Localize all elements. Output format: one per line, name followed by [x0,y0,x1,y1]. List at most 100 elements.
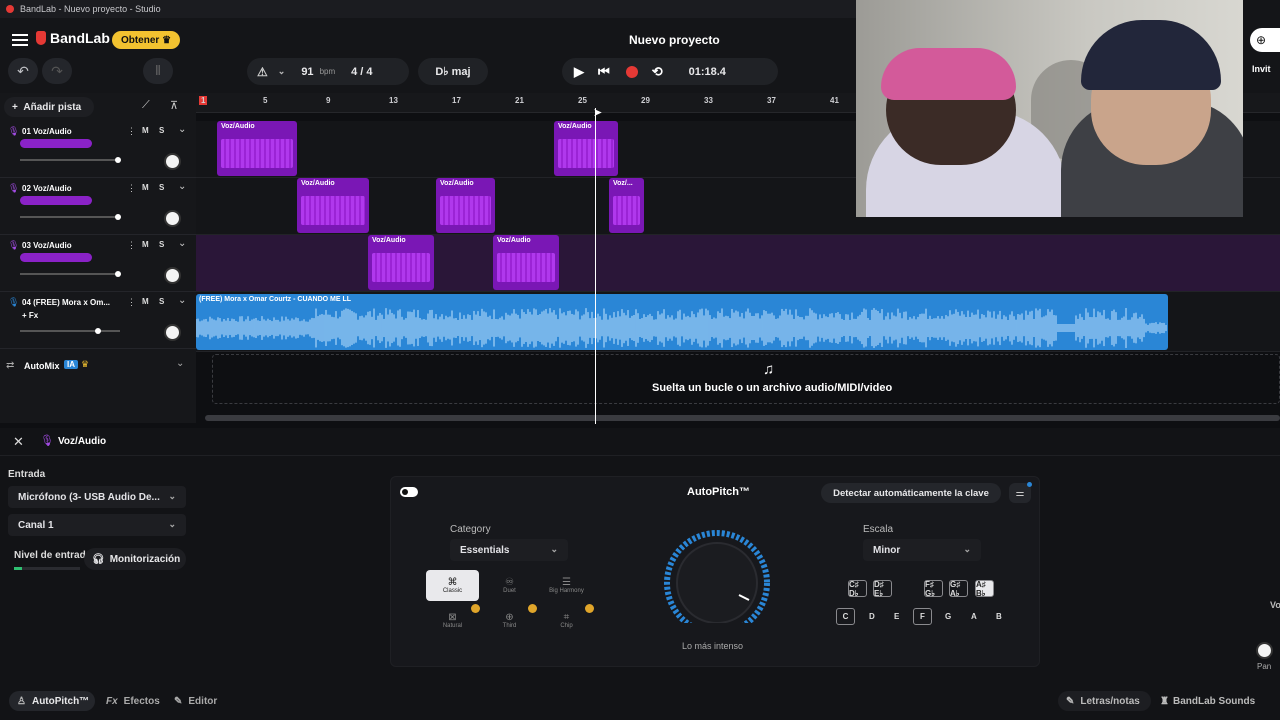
pan-knob[interactable] [164,210,181,227]
key-c[interactable]: C [836,608,855,625]
track-lane-3-selected[interactable]: Voz/Audio Voz/Audio [196,235,1280,292]
mixer-icon[interactable]: ⦀ [143,58,173,84]
track-name[interactable]: 04 (FREE) Mora x Om... [22,298,110,307]
mute-button[interactable]: M [142,126,149,135]
tab-effects[interactable]: Fx Efectos [106,691,160,711]
audio-clip[interactable]: (FREE) Mora x Omar Courtz - CUANDO ME LL [196,294,1168,350]
key-e[interactable]: E [894,612,899,621]
key-a[interactable]: A [971,612,977,621]
more-options-icon[interactable]: ⋮ [127,126,136,137]
effect-tag[interactable] [20,196,92,205]
track-name[interactable]: 03 Voz/Audio [22,241,72,250]
mute-button[interactable]: M [142,240,149,249]
close-icon[interactable]: ✕ [13,434,24,450]
volume-slider-knob[interactable] [115,157,121,163]
key-f[interactable]: F [913,608,932,625]
menu-icon[interactable] [12,32,28,46]
pan-knob[interactable] [164,153,181,170]
key-g-sharp[interactable]: G♯ A♭ [949,580,968,598]
track-lane-4[interactable]: (FREE) Mora x Omar Courtz - CUANDO ME LL [196,292,1280,352]
monitor-button[interactable]: 🎧︎ Monitorización [84,548,186,570]
key-d-sharp[interactable]: D♯ E♭ [873,580,892,598]
track-name[interactable]: 02 Voz/Audio [22,184,72,193]
volume-slider-knob[interactable] [95,328,101,334]
solo-button[interactable]: S [159,126,164,135]
time-signature[interactable]: 4 / 4 [351,66,372,78]
skip-to-start-icon[interactable]: ⏮ [598,64,610,80]
track-name[interactable]: 01 Voz/Audio [22,127,72,136]
add-fx-button[interactable]: + Fx [22,311,38,320]
track-header[interactable]: 🎙︎ 03 Voz/Audio ⋮ M S ⌄ [0,235,196,292]
chevron-down-icon[interactable]: ⌄ [176,358,184,369]
clip[interactable]: Voz/Audio [368,235,434,290]
key-g[interactable]: G [945,612,951,621]
clip[interactable]: Voz/Audio [493,235,559,290]
tab-editor[interactable]: ✎ Editor [174,691,217,711]
track-header[interactable]: 🎙︎ 04 (FREE) Mora x Om... ⋮ M S ⌄ + Fx [0,292,196,349]
chevron-down-icon[interactable]: ⌄ [178,238,186,249]
more-options-icon[interactable]: ⋮ [127,183,136,194]
power-toggle[interactable] [400,487,418,497]
clip[interactable]: Voz/Audio [554,121,618,176]
clip[interactable]: Voz/Audio [436,178,495,233]
playhead[interactable] [595,108,596,424]
pan-knob[interactable] [164,324,181,341]
effect-big-harmony[interactable]: ☰ Big Harmony [540,570,593,601]
key-d[interactable]: D [869,612,875,621]
chevron-down-icon[interactable]: ⌄ [178,295,186,306]
key-b[interactable]: B [996,612,1002,621]
volume-slider[interactable] [20,157,121,163]
upgrade-button[interactable]: Obtener ♛ [112,31,180,49]
category-select[interactable]: Essentials ⌄ [450,539,568,561]
intensity-knob[interactable] [659,527,783,637]
pan-knob[interactable] [164,267,181,284]
loop-icon[interactable]: ⟲ [652,64,663,80]
fit-tracks-icon[interactable]: ⊼ [170,99,178,112]
track-header[interactable]: 🎙︎ 01 Voz/Audio ⋮ M S ⌄ [0,121,196,178]
bpm-value[interactable]: 91 [301,66,313,78]
more-options-icon[interactable]: ⋮ [127,240,136,251]
pan-knob[interactable] [1256,642,1273,659]
tab-autopitch[interactable]: ♙ AutoPitch™ [9,691,95,711]
scale-select[interactable]: Minor ⌄ [863,539,981,561]
bandlab-sounds-button[interactable]: ♜ BandLab Sounds [1160,691,1255,711]
volume-slider-knob[interactable] [115,271,121,277]
input-device-select[interactable]: Micrófono (3- USB Audio De... ⌄ [8,486,186,508]
solo-button[interactable]: S [159,297,164,306]
chevron-down-icon[interactable]: ⌄ [178,181,186,192]
record-icon[interactable] [625,65,638,78]
redo-icon[interactable]: ↷ [42,58,72,84]
add-track-button[interactable]: + Añadir pista [4,97,94,117]
channel-select[interactable]: Canal 1 ⌄ [8,514,186,536]
volume-slider[interactable] [20,328,120,334]
detect-key-button[interactable]: Detectar automáticamente la clave [821,483,1001,503]
play-icon[interactable]: ▶ [574,64,584,80]
clip[interactable]: Voz/Audio [297,178,369,233]
language-globe-icon[interactable]: ⊕ [1250,28,1280,52]
drop-zone[interactable]: ♫ Suelta un bucle o un archivo audio/MID… [212,354,1280,404]
key-f-sharp[interactable]: F♯ G♭ [924,580,943,598]
key-c-sharp[interactable]: C♯ D♭ [848,580,867,598]
clip[interactable]: Voz/... [609,178,644,233]
volume-slider[interactable] [20,214,121,220]
lyrics-notes-button[interactable]: ✎ Letras/notas [1058,691,1151,711]
key-a-sharp[interactable]: A♯ B♭ [975,580,994,598]
chevron-down-icon[interactable]: ⌄ [178,124,186,135]
automix-label[interactable]: AutoMix [24,361,60,371]
metronome-icon[interactable]: ⚠ [257,65,268,79]
solo-button[interactable]: S [159,183,164,192]
more-options-icon[interactable]: ⋮ [127,297,136,308]
solo-button[interactable]: S [159,240,164,249]
volume-slider-knob[interactable] [115,214,121,220]
clip[interactable]: Voz/Audio [217,121,297,176]
effect-tag[interactable] [20,139,92,148]
chevron-down-icon[interactable]: ⌄ [278,66,286,77]
key-selector[interactable]: D♭ maj [418,58,488,85]
effect-classic[interactable]: ⌘ Classic [426,570,479,601]
mute-button[interactable]: M [142,183,149,192]
undo-icon[interactable]: ↶ [8,58,38,84]
invite-button[interactable]: Invit [1252,64,1271,74]
project-title[interactable]: Nuevo proyecto [629,33,720,47]
automation-icon[interactable]: ⟋ [142,99,150,112]
effect-tag[interactable] [20,253,92,262]
